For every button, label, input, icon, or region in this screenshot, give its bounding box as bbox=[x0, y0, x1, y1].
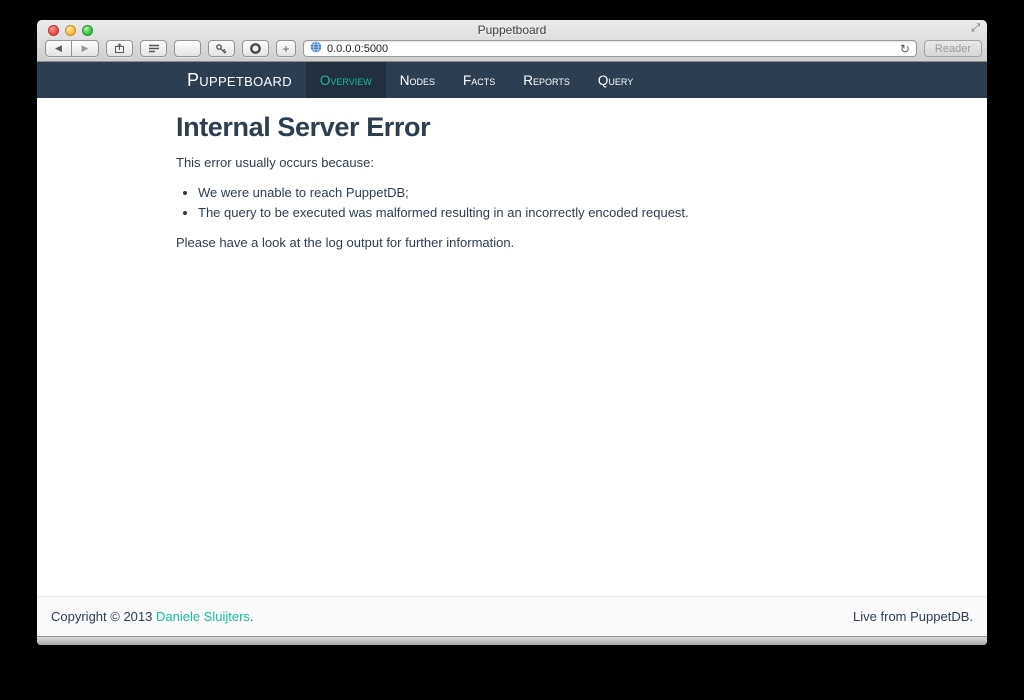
url-text: 0.0.0.0:5000 bbox=[327, 43, 388, 55]
plus-icon: + bbox=[282, 42, 289, 56]
footer-right-text: Live from PuppetDB. bbox=[853, 609, 973, 624]
content-container: Internal Server Error This error usually… bbox=[176, 112, 848, 252]
browser-window: Puppetboard ⤢ ◀ ▶ + bbox=[37, 20, 987, 645]
nav-item-nodes[interactable]: Nodes bbox=[386, 62, 449, 98]
close-window-button[interactable] bbox=[48, 25, 59, 36]
window-title: Puppetboard bbox=[37, 20, 987, 40]
resize-icon[interactable]: ⤢ bbox=[971, 22, 980, 35]
app-navbar: Puppetboard Overview Nodes Facts Reports… bbox=[37, 62, 987, 98]
error-reason-item: The query to be executed was malformed r… bbox=[198, 203, 848, 223]
title-bar[interactable]: Puppetboard ⤢ bbox=[37, 20, 987, 39]
nav-item-facts[interactable]: Facts bbox=[449, 62, 509, 98]
forward-button[interactable]: ▶ bbox=[72, 40, 99, 57]
globe-favicon bbox=[310, 41, 322, 56]
copyright-prefix: Copyright © 2013 bbox=[51, 609, 156, 624]
history-nav-group: ◀ ▶ bbox=[45, 40, 99, 57]
page-footer: Copyright © 2013 Daniele Sluijters. Live… bbox=[37, 596, 987, 636]
reader-button[interactable]: Reader bbox=[924, 40, 982, 57]
blank-toolbar-button[interactable] bbox=[174, 40, 201, 57]
traffic-lights bbox=[48, 25, 93, 36]
nav-item-reports[interactable]: Reports bbox=[509, 62, 584, 98]
reload-icon[interactable]: ↻ bbox=[900, 43, 910, 55]
page-title: Internal Server Error bbox=[176, 112, 848, 143]
copyright-text: Copyright © 2013 Daniele Sluijters. bbox=[51, 609, 254, 624]
brand-puppetboard[interactable]: Puppetboard bbox=[187, 62, 306, 98]
copyright-suffix: . bbox=[250, 609, 254, 624]
browser-toolbar: ◀ ▶ + 0.0.0.0:5000 ↻ Reader bbox=[37, 39, 987, 61]
zoom-window-button[interactable] bbox=[82, 25, 93, 36]
error-reason-list: We were unable to reach PuppetDB; The qu… bbox=[176, 183, 848, 223]
share-button[interactable] bbox=[106, 40, 133, 57]
extension-ring-button[interactable] bbox=[242, 40, 269, 57]
browser-chrome: Puppetboard ⤢ ◀ ▶ + bbox=[37, 20, 987, 62]
browser-status-bar bbox=[37, 636, 987, 645]
ring-icon bbox=[249, 42, 262, 55]
error-outro-text: Please have a look at the log output for… bbox=[176, 233, 848, 253]
key-icon bbox=[215, 43, 228, 55]
nav-item-query[interactable]: Query bbox=[584, 62, 647, 98]
new-tab-button[interactable]: + bbox=[276, 40, 296, 57]
reader-label: Reader bbox=[935, 43, 971, 55]
share-icon bbox=[113, 42, 126, 55]
author-link[interactable]: Daniele Sluijters bbox=[156, 609, 250, 624]
list-lines-icon bbox=[148, 43, 160, 54]
error-reason-item: We were unable to reach PuppetDB; bbox=[198, 183, 848, 203]
back-button[interactable]: ◀ bbox=[45, 40, 72, 57]
minimize-window-button[interactable] bbox=[65, 25, 76, 36]
nav-item-overview[interactable]: Overview bbox=[306, 62, 386, 98]
main-content: Internal Server Error This error usually… bbox=[37, 98, 987, 596]
back-icon: ◀ bbox=[55, 43, 62, 54]
password-extension-button[interactable] bbox=[208, 40, 235, 57]
reading-list-button[interactable] bbox=[140, 40, 167, 57]
address-bar[interactable]: 0.0.0.0:5000 ↻ bbox=[303, 40, 917, 57]
forward-icon: ▶ bbox=[82, 43, 89, 54]
error-intro-text: This error usually occurs because: bbox=[176, 153, 848, 173]
